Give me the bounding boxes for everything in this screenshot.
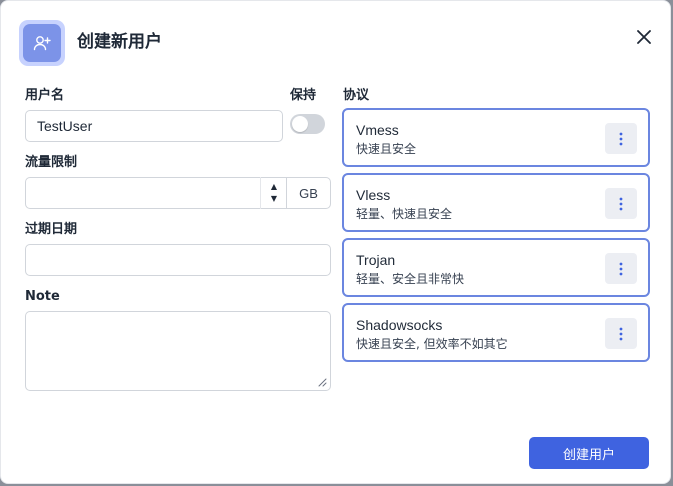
protocol-card-vmess[interactable]: Vmess 快速且安全	[342, 108, 650, 167]
protocol-settings-button[interactable]	[605, 188, 637, 219]
protocol-name: Vmess	[356, 122, 399, 138]
decrement-icon[interactable]: ▼	[271, 193, 277, 205]
vertical-dots-icon	[619, 327, 623, 340]
traffic-stepper[interactable]: ▲ ▼	[260, 177, 287, 209]
protocol-settings-button[interactable]	[605, 123, 637, 154]
resize-grip-icon[interactable]	[317, 377, 327, 387]
traffic-unit: GB	[286, 177, 331, 209]
traffic-label: 流量限制	[25, 155, 78, 170]
keep-toggle[interactable]	[290, 114, 325, 134]
note-textarea[interactable]	[25, 311, 331, 391]
create-user-button[interactable]: 创建用户	[529, 437, 649, 469]
protocol-desc: 快速且安全	[356, 142, 417, 156]
protocols-label: 协议	[343, 88, 370, 103]
protocol-card-vless[interactable]: Vless 轻量、快速且安全	[342, 173, 650, 232]
protocol-name: Trojan	[356, 252, 396, 268]
protocol-name: Shadowsocks	[356, 317, 443, 333]
toggle-knob	[292, 116, 308, 132]
dialog-title: 创建新用户	[77, 32, 162, 52]
protocol-desc: 轻量、安全且非常快	[356, 272, 465, 286]
username-label: 用户名	[25, 88, 65, 103]
protocol-card-trojan[interactable]: Trojan 轻量、安全且非常快	[342, 238, 650, 297]
keep-label: 保持	[290, 88, 317, 103]
close-icon	[637, 30, 651, 44]
protocol-card-shadowsocks[interactable]: Shadowsocks 快速且安全, 但效率不如其它	[342, 303, 650, 362]
username-value: TestUser	[37, 118, 93, 134]
protocol-desc: 轻量、快速且安全	[356, 207, 453, 221]
protocol-settings-button[interactable]	[605, 318, 637, 349]
vertical-dots-icon	[619, 262, 623, 275]
vertical-dots-icon	[619, 197, 623, 210]
username-input[interactable]: TestUser	[25, 110, 283, 142]
protocol-settings-button[interactable]	[605, 253, 637, 284]
increment-icon[interactable]: ▲	[271, 181, 277, 193]
expiry-label: 过期日期	[25, 222, 78, 237]
header-icon-container	[19, 20, 65, 66]
expiry-date-input[interactable]	[25, 244, 331, 276]
protocol-desc: 快速且安全, 但效率不如其它	[356, 337, 508, 351]
vertical-dots-icon	[619, 132, 623, 145]
create-user-dialog: 创建新用户 用户名 TestUser 保持 流量限制 ▲ ▼ GB 过期日期 N…	[0, 0, 671, 484]
note-label: Note	[25, 289, 60, 304]
protocol-name: Vless	[356, 187, 391, 203]
user-plus-icon	[23, 24, 61, 62]
traffic-input[interactable]	[25, 177, 287, 209]
close-button[interactable]	[633, 26, 655, 48]
